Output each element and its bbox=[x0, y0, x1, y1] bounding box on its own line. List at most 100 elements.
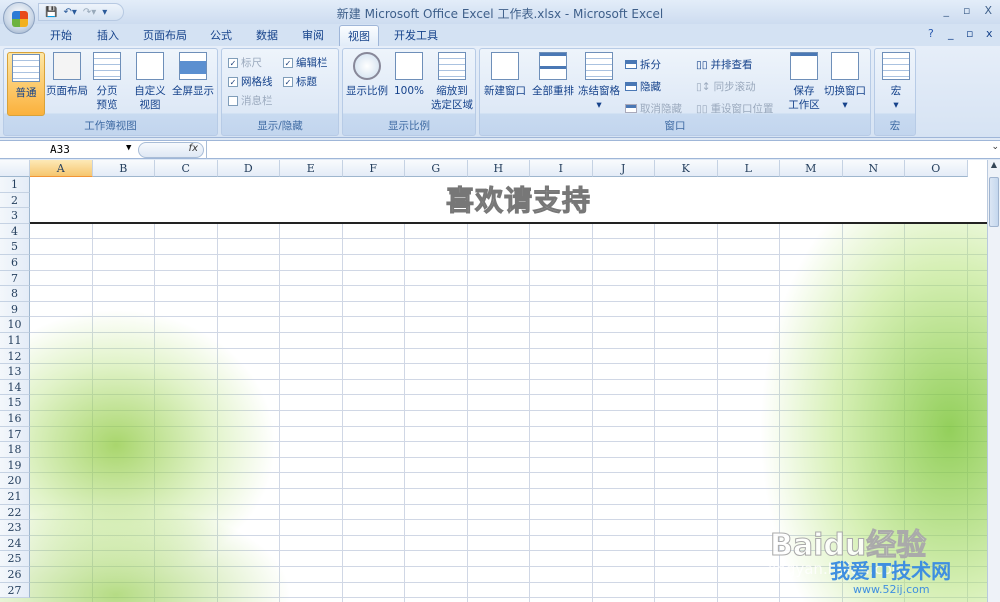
doc-minimize-button[interactable]: _ bbox=[948, 27, 954, 40]
expand-formula-bar-icon[interactable]: ⌄ bbox=[991, 142, 999, 152]
row-header-14[interactable]: 14 bbox=[0, 379, 30, 396]
row-header-12[interactable]: 12 bbox=[0, 348, 30, 365]
doc-close-button[interactable]: x bbox=[986, 27, 993, 40]
insert-function-button[interactable]: fx bbox=[138, 142, 204, 158]
column-header-I[interactable]: I bbox=[530, 160, 593, 177]
zoom-100-button[interactable]: 100% bbox=[393, 52, 425, 98]
row-header-18[interactable]: 18 bbox=[0, 442, 30, 458]
tab-page-layout[interactable]: 页面布局 bbox=[143, 27, 187, 43]
custom-view-icon bbox=[136, 52, 164, 80]
tab-formulas[interactable]: 公式 bbox=[210, 27, 232, 43]
row-header-19[interactable]: 19 bbox=[0, 457, 30, 474]
column-header-C[interactable]: C bbox=[155, 160, 218, 177]
view-side-by-side-button[interactable]: ▯▯ 并排查看 bbox=[696, 57, 753, 72]
zoom-to-selection-button[interactable]: 缩放到 选定区域 bbox=[429, 52, 475, 112]
reset-window-position-button[interactable]: ▯▯ 重设窗口位置 bbox=[696, 101, 774, 116]
column-header-N[interactable]: N bbox=[842, 160, 905, 177]
scrollbar-thumb[interactable] bbox=[989, 177, 999, 227]
row-header-13[interactable]: 13 bbox=[0, 364, 30, 380]
row-header-26[interactable]: 26 bbox=[0, 567, 30, 583]
formula-bar-checkbox[interactable]: ✓ 编辑栏 bbox=[283, 55, 328, 70]
split-button[interactable]: 拆分 bbox=[625, 57, 661, 72]
row-header-20[interactable]: 20 bbox=[0, 473, 30, 489]
tab-developer[interactable]: 开发工具 bbox=[394, 27, 438, 43]
row-header-8[interactable]: 8 bbox=[0, 286, 30, 302]
column-header-H[interactable]: H bbox=[467, 160, 530, 177]
synchronous-scrolling-button[interactable]: ▯↕ 同步滚动 bbox=[696, 79, 756, 94]
row-header-9[interactable]: 9 bbox=[0, 301, 30, 318]
custom-views-button[interactable]: 自定义 视图 bbox=[132, 52, 168, 112]
row-header-25[interactable]: 25 bbox=[0, 551, 30, 567]
formula-input[interactable] bbox=[206, 141, 986, 159]
group-workbook-views: 普通 页面布局 分页 预览 自定义 视图 全屏显示 工作簿视图 bbox=[3, 48, 218, 136]
tab-home[interactable]: 开始 bbox=[50, 27, 72, 43]
row-header-17[interactable]: 17 bbox=[0, 426, 30, 443]
row-header-15[interactable]: 15 bbox=[0, 395, 30, 411]
row-header-10[interactable]: 10 bbox=[0, 317, 30, 333]
row-header-11[interactable]: 11 bbox=[0, 333, 30, 349]
column-header-J[interactable]: J bbox=[592, 160, 655, 177]
gridline bbox=[30, 472, 987, 474]
row-header-3[interactable]: 3 bbox=[0, 208, 30, 224]
worksheet-grid[interactable]: 喜欢请支持 A B C D E F G H I J K L M N O 1 2 3 4 5 6 7 8 9 10 11 12 13 14… bbox=[0, 160, 987, 602]
column-header-O[interactable]: O bbox=[905, 160, 968, 177]
gridline bbox=[30, 254, 987, 255]
row-header-21[interactable]: 21 bbox=[0, 489, 30, 505]
column-header-L[interactable]: L bbox=[717, 160, 780, 177]
restore-button[interactable]: ▫ bbox=[963, 4, 970, 17]
select-all-corner[interactable] bbox=[0, 160, 30, 177]
column-header-A[interactable]: A bbox=[30, 160, 93, 177]
new-window-button[interactable]: 新建窗口 bbox=[482, 52, 528, 98]
column-header-K[interactable]: K bbox=[655, 160, 718, 177]
row-header-2[interactable]: 2 bbox=[0, 192, 30, 209]
close-button[interactable]: X bbox=[984, 4, 992, 17]
tab-data[interactable]: 数据 bbox=[256, 27, 278, 43]
hide-button[interactable]: 隐藏 bbox=[625, 79, 661, 94]
doc-restore-button[interactable]: ▫ bbox=[966, 27, 973, 40]
row-header-7[interactable]: 7 bbox=[0, 270, 30, 287]
vertical-scrollbar[interactable]: ▲ bbox=[987, 160, 1000, 602]
save-workspace-button[interactable]: 保存 工作区 bbox=[786, 52, 822, 112]
row-header-4[interactable]: 4 bbox=[0, 223, 30, 240]
arrange-all-button[interactable]: 全部重排 bbox=[530, 52, 576, 98]
message-bar-checkbox[interactable]: 消息栏 bbox=[228, 93, 273, 108]
tab-insert[interactable]: 插入 bbox=[97, 27, 119, 43]
office-button[interactable] bbox=[3, 2, 35, 34]
switch-windows-button[interactable]: 切换窗口 ▾ bbox=[822, 52, 868, 112]
macros-button[interactable]: 宏 ▾ bbox=[879, 52, 913, 112]
row-header-1[interactable]: 1 bbox=[0, 177, 30, 193]
gridline bbox=[466, 177, 468, 602]
ruler-checkbox[interactable]: ✓ 标尺 bbox=[228, 55, 262, 70]
page-break-preview-button[interactable]: 分页 预览 bbox=[90, 52, 124, 112]
gridlines-checkbox[interactable]: ✓ 网格线 bbox=[228, 74, 273, 89]
gridline bbox=[30, 300, 987, 302]
row-header-22[interactable]: 22 bbox=[0, 504, 30, 521]
column-header-M[interactable]: M bbox=[780, 160, 843, 177]
column-header-G[interactable]: G bbox=[405, 160, 468, 177]
help-icon[interactable]: ? bbox=[928, 27, 934, 40]
name-box[interactable]: A33 ▼ bbox=[0, 141, 135, 159]
column-header-B[interactable]: B bbox=[92, 160, 155, 177]
column-header-D[interactable]: D bbox=[217, 160, 280, 177]
row-header-24[interactable]: 24 bbox=[0, 535, 30, 552]
reset-position-icon: ▯▯ bbox=[696, 102, 708, 115]
freeze-panes-button[interactable]: 冻结窗格 ▾ bbox=[576, 52, 622, 112]
tab-review[interactable]: 审阅 bbox=[302, 27, 324, 43]
row-header-23[interactable]: 23 bbox=[0, 520, 30, 536]
column-header-E[interactable]: E bbox=[280, 160, 343, 177]
name-box-dropdown-icon: ▼ bbox=[126, 143, 132, 153]
zoom-button[interactable]: 显示比例 bbox=[345, 52, 389, 98]
row-header-27[interactable]: 27 bbox=[0, 582, 30, 599]
page-layout-view-button[interactable]: 页面布局 bbox=[44, 52, 90, 98]
normal-view-button[interactable]: 普通 bbox=[7, 52, 45, 116]
unhide-button[interactable]: 取消隐藏 bbox=[625, 101, 682, 116]
full-screen-button[interactable]: 全屏显示 bbox=[170, 52, 216, 98]
minimize-button[interactable]: _ bbox=[943, 4, 949, 17]
tab-view[interactable]: 视图 bbox=[339, 25, 379, 47]
headings-checkbox[interactable]: ✓ 标题 bbox=[283, 74, 317, 89]
gridline bbox=[30, 363, 987, 365]
row-header-16[interactable]: 16 bbox=[0, 411, 30, 427]
row-header-5[interactable]: 5 bbox=[0, 239, 30, 255]
column-header-F[interactable]: F bbox=[342, 160, 405, 177]
row-header-6[interactable]: 6 bbox=[0, 255, 30, 271]
